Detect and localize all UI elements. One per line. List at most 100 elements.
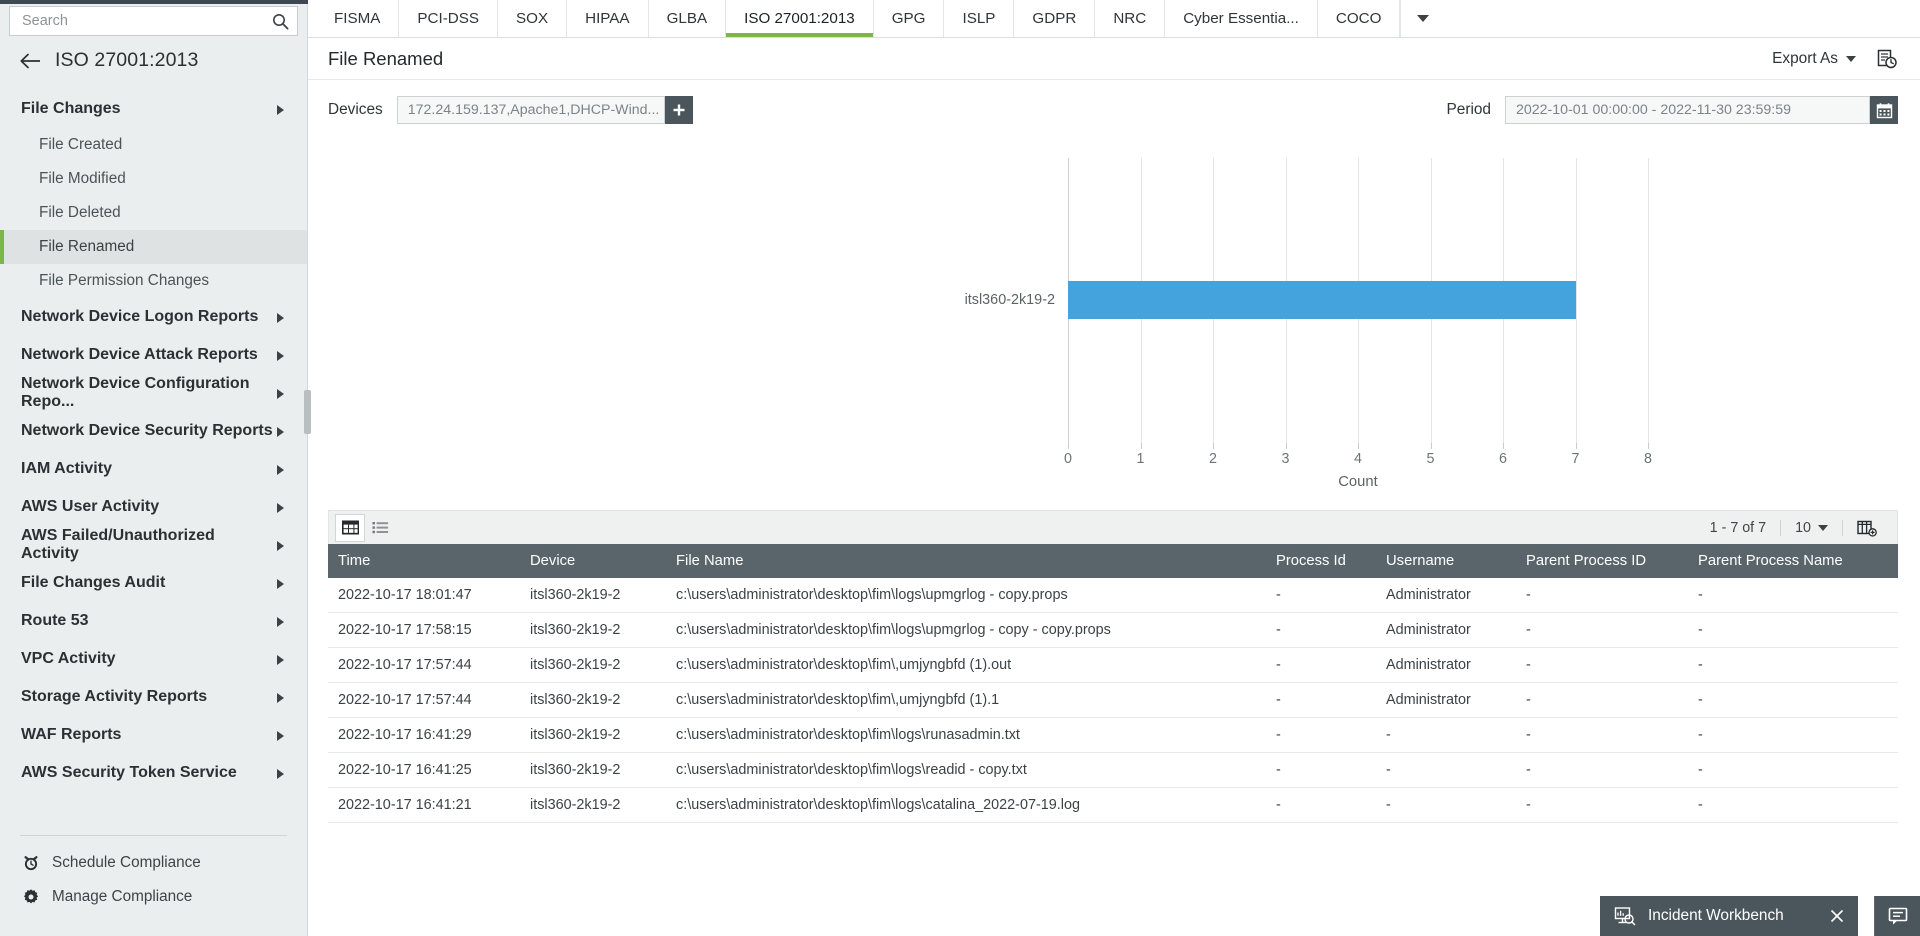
sidebar-group-network-device-logon-reports[interactable]: Network Device Logon Reports [0,298,307,336]
search-input[interactable] [20,12,272,30]
tab-gpg[interactable]: GPG [874,0,945,37]
table-column-header[interactable]: Time [328,544,520,578]
tab-hipaa[interactable]: HIPAA [567,0,649,37]
table-cell: - [1516,752,1688,788]
period-input[interactable]: 2022-10-01 00:00:00 - 2022-11-30 23:59:5… [1505,96,1870,124]
sidebar-item-file-modified[interactable]: File Modified [0,162,307,196]
sidebar-group-aws-security-token-service[interactable]: AWS Security Token Service [0,754,307,792]
tab-gdpr[interactable]: GDPR [1014,0,1096,37]
devices-input[interactable]: 172.24.159.137,Apache1,DHCP-Wind... [396,96,665,124]
sidebar-item-file-renamed[interactable]: File Renamed [0,230,307,264]
sidebar-item-file-deleted[interactable]: File Deleted [0,196,307,230]
sidebar-group-route-53[interactable]: Route 53 [0,602,307,640]
chart-bar[interactable] [1068,281,1576,319]
schedule-report-icon[interactable] [1876,48,1898,70]
compliance-tabbar: FISMA PCI-DSS SOX HIPAA GLBA ISO 27001:2013 GP… [308,0,1920,38]
sidebar-group-iam-activity[interactable]: IAM Activity [0,450,307,488]
table-row[interactable]: 2022-10-17 16:41:21 itsl360-2k19-2 c:\user… [328,787,1898,823]
sidebar-group-waf-reports[interactable]: WAF Reports [0,716,307,754]
search-icon[interactable] [272,13,289,30]
table-cell: - [1266,752,1376,788]
tab-label: SOX [516,10,549,27]
tab-fisma[interactable]: FISMA [316,0,400,37]
table-cell: 2022-10-17 16:41:29 [328,717,520,753]
tab-label: COCO [1335,10,1382,27]
sidebar-footer: Schedule Compliance Manage Compliance [0,836,307,936]
table-row[interactable]: 2022-10-17 16:41:29 itsl360-2k19-2 c:\user… [328,717,1898,753]
sidebar-group-aws-user-activity[interactable]: AWS User Activity [0,488,307,526]
sidebar-group-storage-activity-reports[interactable]: Storage Activity Reports [0,678,307,716]
gear-icon [22,888,40,906]
sidebar-item-file-created[interactable]: File Created [0,128,307,162]
sidebar-group-file-changes[interactable]: File Changes [0,90,307,128]
sidebar-group-vpc-activity[interactable]: VPC Activity [0,640,307,678]
table-row[interactable]: 2022-10-17 17:58:15 itsl360-2k19-2 c:\user… [328,612,1898,648]
tab-cyber-essentia[interactable]: Cyber Essentia... [1165,0,1318,37]
table-row[interactable]: 2022-10-17 17:57:44 itsl360-2k19-2 c:\user… [328,682,1898,718]
tab-nrc[interactable]: NRC [1095,0,1166,37]
sidebar-item-schedule-compliance[interactable]: Schedule Compliance [22,846,307,880]
tab-label: PCI-DSS [417,10,480,27]
chat-button[interactable] [1874,896,1920,936]
tab-label: GLBA [666,10,708,27]
back-arrow-icon[interactable] [20,52,42,70]
alarm-clock-icon [22,854,40,872]
list-view-icon [372,522,388,534]
table-cell: - [1688,682,1898,718]
tab-iso-27001-2013[interactable]: ISO 27001:2013 [726,0,874,37]
workbench-monitor-icon [1614,906,1636,926]
sidebar-group-network-device-configuration-repo[interactable]: Network Device Configuration Repo... [0,374,307,412]
list-view-button[interactable] [365,514,395,542]
add-device-button[interactable] [664,96,693,124]
sidebar-group-aws-failed-unauthorized-activity[interactable]: AWS Failed/Unauthorized Activity [0,526,307,564]
devices-filter: Devices 172.24.159.137,Apache1,DHCP-Wind… [328,96,693,124]
table-column-header[interactable]: Parent Process ID [1516,544,1688,578]
table-column-header[interactable]: Username [1376,544,1516,578]
incident-workbench-bar[interactable]: Incident Workbench [1600,896,1858,936]
table-row[interactable]: 2022-10-17 16:41:25 itsl360-2k19-2 c:\user… [328,752,1898,788]
chart-x-tick-label: 1 [1136,451,1145,467]
table-cell: - [1688,752,1898,788]
table-column-header[interactable]: Process Id [1266,544,1376,578]
add-column-button[interactable] [1843,519,1891,537]
sidebar-group-label: Storage Activity Reports [21,688,208,705]
search-box[interactable] [9,6,298,36]
table-row[interactable]: 2022-10-17 17:57:44 itsl360-2k19-2 c:\user… [328,647,1898,683]
table-column-header[interactable]: Parent Process Name [1688,544,1898,578]
export-as-button[interactable]: Export As [1772,50,1856,68]
table-column-header[interactable]: Device [520,544,666,578]
grid-view-button[interactable] [335,513,365,542]
sidebar-item-manage-compliance[interactable]: Manage Compliance [22,880,307,914]
sidebar-item-file-permission-changes[interactable]: File Permission Changes [0,264,307,298]
tab-pci-dss[interactable]: PCI-DSS [399,0,499,37]
chevron-right-icon [276,311,285,323]
table-column-header[interactable]: File Name [666,544,1266,578]
tab-coco[interactable]: COCO [1318,0,1401,37]
sidebar-group-label: WAF Reports [21,726,122,743]
page-size-selector[interactable]: 10 [1781,520,1842,536]
chart-tick-mark [1430,443,1432,449]
table-cell: c:\users\administrator\desktop\fim\logs\… [666,612,1266,648]
close-icon[interactable] [1828,907,1846,925]
table-cell: - [1266,787,1376,823]
sidebar-back-row[interactable]: ISO 27001:2013 [0,42,307,84]
tab-sox[interactable]: SOX [498,0,568,37]
sidebar-group-network-device-security-reports[interactable]: Network Device Security Reports [0,412,307,450]
sidebar-group-file-changes-audit[interactable]: File Changes Audit [0,564,307,602]
chevron-right-icon [276,425,285,437]
sidebar-group-network-device-attack-reports[interactable]: Network Device Attack Reports [0,336,307,374]
sidebar-title: ISO 27001:2013 [55,49,199,71]
tabs-overflow-button[interactable] [1400,0,1444,37]
table-row[interactable]: 2022-10-17 18:01:47 itsl360-2k19-2 c:\user… [328,578,1898,613]
chart-x-tick-label: 7 [1571,451,1580,467]
tab-glba[interactable]: GLBA [649,0,727,37]
calendar-button[interactable] [1870,96,1898,124]
chevron-right-icon [276,577,285,589]
tab-islp[interactable]: ISLP [944,0,1015,37]
table-cell: - [1266,647,1376,683]
add-column-icon [1857,520,1877,537]
table-cell: 2022-10-17 16:41:21 [328,787,520,823]
sidebar-footer-label: Manage Compliance [52,888,193,905]
record-range-label: 1 - 7 of 7 [1709,519,1767,536]
table-cell: itsl360-2k19-2 [520,752,666,788]
